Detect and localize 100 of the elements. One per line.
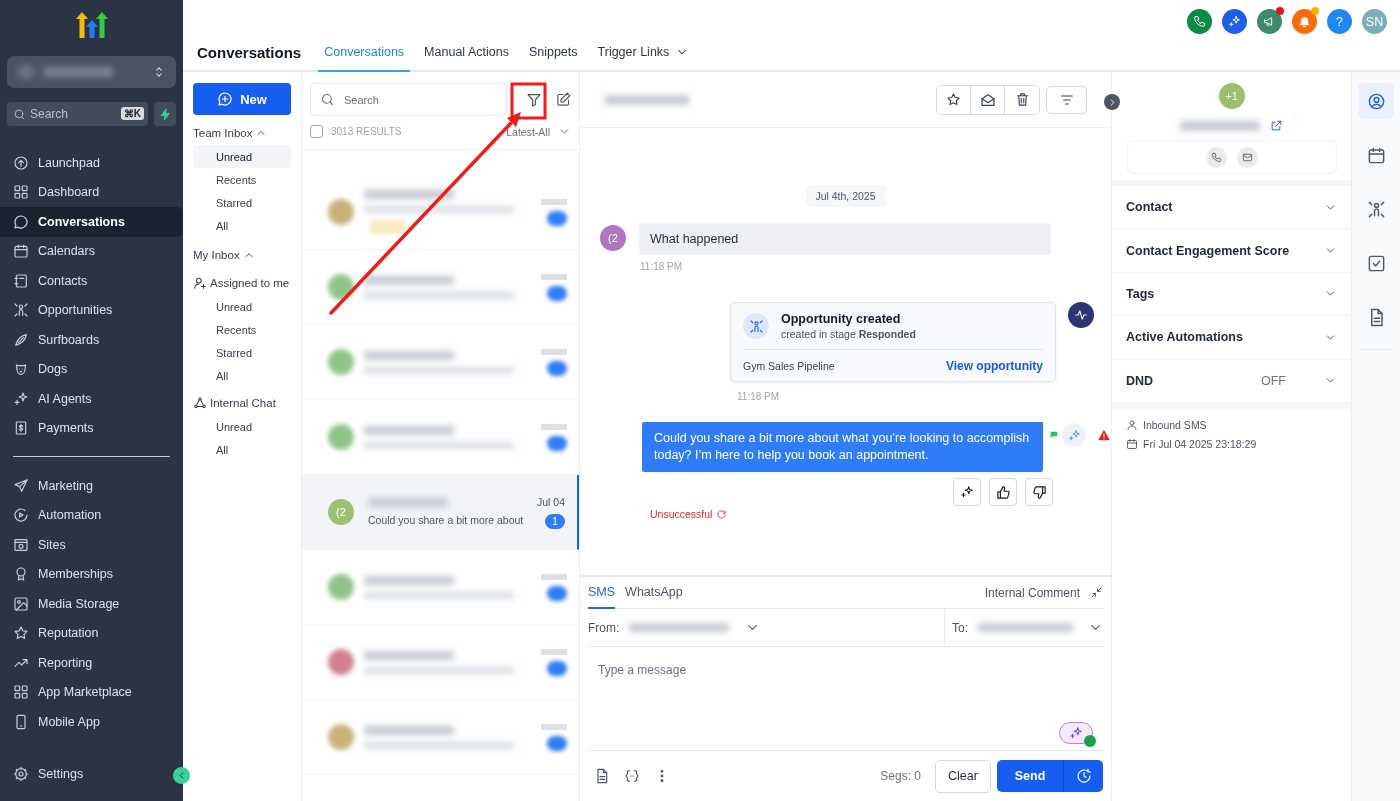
inbox-item[interactable]: All: [193, 438, 291, 461]
nav-item[interactable]: Dashboard: [0, 177, 183, 207]
thumbs-down-button[interactable]: [1025, 478, 1053, 506]
nav-item[interactable]: Calendars: [0, 236, 183, 266]
select-all-checkbox[interactable]: [310, 125, 323, 138]
nav-item[interactable]: Sites: [0, 530, 183, 560]
rail-tab[interactable]: [1358, 83, 1394, 119]
inbox-item[interactable]: Unread: [193, 145, 291, 168]
nav-item[interactable]: Surfboards: [0, 325, 183, 355]
nav-item[interactable]: Dogs: [0, 354, 183, 384]
send-button[interactable]: Send: [997, 760, 1063, 792]
nav-item[interactable]: Opportunities: [0, 295, 183, 325]
sort-dropdown[interactable]: Latest-All: [506, 125, 571, 138]
email-button[interactable]: [1236, 146, 1258, 168]
check-square-icon: [1366, 253, 1386, 273]
nav-item[interactable]: App Marketplace: [0, 677, 183, 707]
nav-item[interactable]: Media Storage: [0, 589, 183, 619]
nav-item[interactable]: Payments: [0, 413, 183, 443]
quick-action-button[interactable]: [154, 102, 176, 126]
nav-item[interactable]: Automation: [0, 500, 183, 530]
call-button[interactable]: [1205, 146, 1227, 168]
search-field[interactable]: Search: [310, 83, 507, 116]
nav-item[interactable]: AI Agents: [0, 384, 183, 414]
conversation-row[interactable]: (2 Could you share a bit more about Jul 04 1: [302, 475, 579, 550]
segment-count: Segs: 0: [880, 769, 921, 783]
inbox-group[interactable]: Assigned to me: [193, 271, 297, 295]
collapse-button[interactable]: [1104, 94, 1120, 110]
document-icon[interactable]: [594, 768, 610, 784]
ai-button[interactable]: [953, 478, 981, 506]
external-link-icon[interactable]: [1270, 119, 1283, 132]
accordion-header[interactable]: Active Automations: [1112, 316, 1351, 360]
shortcut-hint: ⌘K: [120, 107, 144, 120]
tab[interactable]: Trigger Links: [591, 34, 696, 72]
blurred-text: [541, 573, 567, 580]
contact-avatar: +1: [1218, 83, 1245, 109]
rocket-icon: [13, 154, 29, 171]
megaphone-button[interactable]: [1257, 9, 1282, 34]
inbox-item[interactable]: Unread: [193, 415, 291, 438]
inbox-item[interactable]: Starred: [193, 341, 291, 364]
nav-item[interactable]: Reputation: [0, 618, 183, 648]
network-icon: [193, 396, 207, 410]
search-icon: [13, 108, 26, 121]
inbox-item[interactable]: Starred: [193, 191, 291, 214]
blurred-text: [541, 648, 567, 655]
nav-item[interactable]: Contacts: [0, 266, 183, 296]
accordion-header[interactable]: DND OFF: [1112, 359, 1351, 403]
inbox-item[interactable]: Recents: [193, 318, 291, 341]
phone-button[interactable]: [1187, 9, 1212, 34]
thumbs-up-button[interactable]: [989, 478, 1017, 506]
grid-icon: [13, 184, 29, 201]
nav-item[interactable]: Launchpad: [0, 148, 183, 178]
nav-item[interactable]: Mobile App: [0, 707, 183, 737]
new-button[interactable]: New: [193, 83, 291, 115]
clock-icon: [1075, 768, 1092, 784]
nav-item[interactable]: Conversations: [0, 207, 183, 237]
view-opportunity-link[interactable]: View opportunity: [945, 358, 1043, 373]
accordion-header[interactable]: Contact: [1112, 186, 1351, 230]
filter-button[interactable]: [526, 91, 542, 108]
tab[interactable]: Manual Actions: [418, 34, 515, 72]
sparkle-icon: [1069, 726, 1083, 740]
inbox-section[interactable]: Team Inbox: [193, 121, 297, 145]
star-button[interactable]: [937, 85, 971, 114]
inbox-item[interactable]: All: [193, 364, 291, 387]
bell-button[interactable]: [1292, 9, 1317, 34]
help-button[interactable]: ?: [1327, 9, 1352, 34]
inbox-item[interactable]: All: [193, 214, 291, 237]
clear-button[interactable]: Clear: [935, 759, 991, 793]
channel-tab[interactable]: WhatsApp: [625, 577, 683, 609]
settings-item[interactable]: Settings: [0, 759, 98, 789]
sparkle-icon: [1228, 15, 1241, 28]
schedule-button[interactable]: [1063, 760, 1103, 792]
inbox-group[interactable]: Internal Chat: [193, 391, 297, 415]
sparkle-icon: [13, 390, 29, 407]
tab[interactable]: Conversations: [318, 34, 411, 72]
inbox-section[interactable]: My Inbox: [193, 243, 297, 267]
unread-badge: [547, 585, 567, 601]
inbox-item[interactable]: Unread: [193, 295, 291, 318]
sparkle-icon: [960, 485, 974, 499]
channel-tab[interactable]: SMS: [588, 577, 616, 609]
edit-icon: [556, 92, 571, 107]
retry-icon[interactable]: [716, 508, 728, 520]
accordion-header[interactable]: Contact Engagement Score: [1112, 229, 1351, 273]
nav-item[interactable]: Reporting: [0, 648, 183, 678]
message-time: 11:18 PM: [737, 391, 781, 402]
dnd-status: OFF: [1261, 373, 1286, 388]
tab[interactable]: Snippets: [522, 34, 584, 72]
from-label: From:: [588, 620, 620, 635]
minimize-button[interactable]: [1090, 586, 1103, 599]
message-field[interactable]: Type a message: [588, 647, 1103, 750]
accordion-header[interactable]: Tags: [1112, 272, 1351, 317]
compose-button[interactable]: [556, 92, 571, 107]
sparkle-button[interactable]: [1222, 9, 1247, 34]
blurred-text: [541, 273, 567, 280]
collapse-sidebar-button[interactable]: [173, 767, 190, 784]
braces-icon[interactable]: [624, 768, 640, 784]
nav-item[interactable]: Marketing: [0, 471, 183, 501]
inbox-item[interactable]: Recents: [193, 168, 291, 191]
ai-assist-button[interactable]: [1059, 722, 1093, 744]
nav-item[interactable]: Memberships: [0, 559, 183, 589]
internal-comment-tab[interactable]: Internal Comment: [984, 585, 1080, 600]
